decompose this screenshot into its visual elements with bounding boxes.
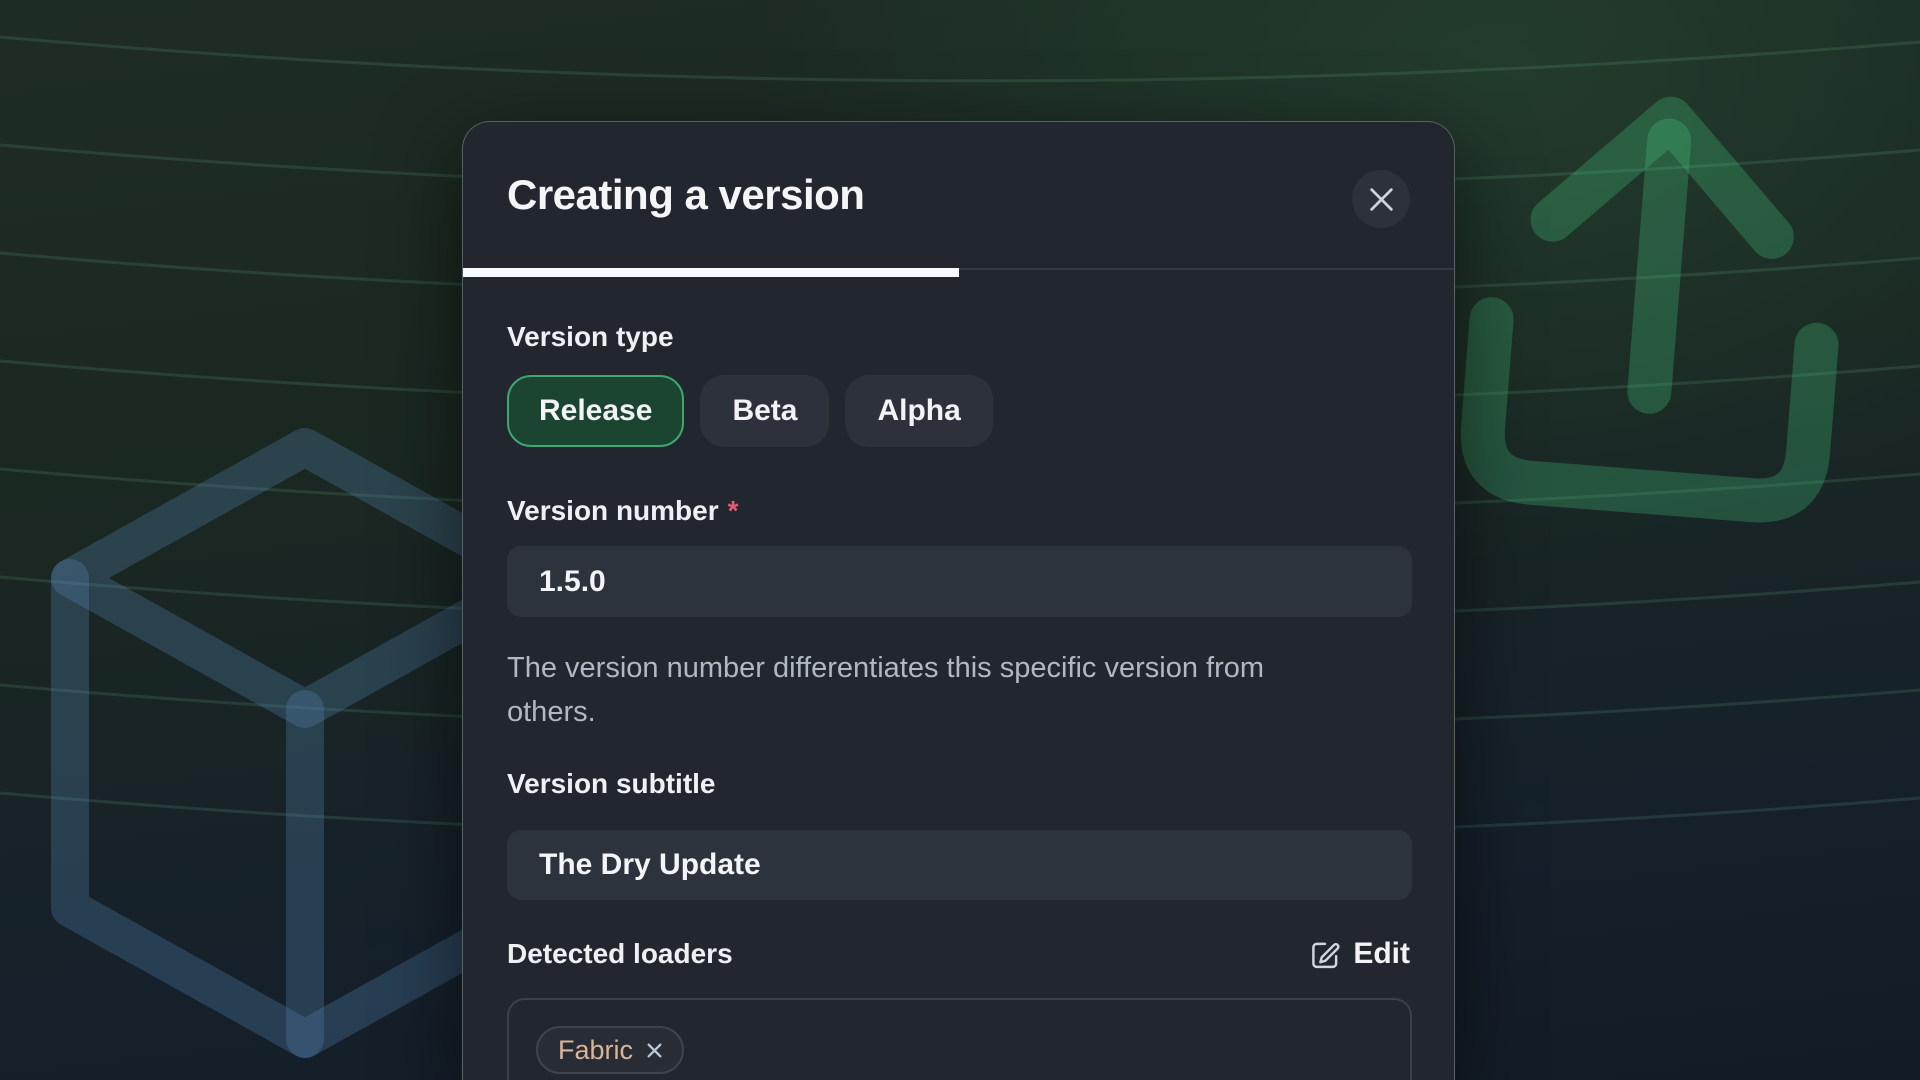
x-icon bbox=[646, 1042, 663, 1059]
close-button[interactable] bbox=[1352, 170, 1410, 228]
version-type-label: Version type bbox=[507, 321, 674, 353]
close-icon bbox=[1368, 186, 1395, 213]
detected-loaders-label: Detected loaders bbox=[507, 938, 733, 970]
version-number-help: The version number differentiates this s… bbox=[507, 646, 1352, 734]
alpha-button[interactable]: Alpha bbox=[845, 375, 992, 447]
version-subtitle-input[interactable] bbox=[507, 830, 1412, 900]
detected-loaders-header: Detected loaders Edit bbox=[507, 937, 1410, 971]
release-button[interactable]: Release bbox=[507, 375, 684, 447]
detected-loaders-box: Fabric bbox=[507, 998, 1412, 1080]
progress-fill bbox=[463, 268, 959, 277]
version-subtitle-label: Version subtitle bbox=[507, 768, 716, 800]
loader-chip-fabric: Fabric bbox=[536, 1026, 684, 1074]
beta-button[interactable]: Beta bbox=[700, 375, 829, 447]
pencil-square-icon bbox=[1309, 939, 1340, 970]
page-background: { "background": { "decor_icons": ["conto… bbox=[0, 0, 1920, 1080]
version-type-options: Release Beta Alpha bbox=[507, 375, 993, 447]
version-number-input[interactable] bbox=[507, 546, 1412, 617]
remove-loader-button[interactable] bbox=[644, 1040, 665, 1061]
version-number-label-text: Version number bbox=[507, 495, 719, 526]
loader-chip-label: Fabric bbox=[558, 1035, 633, 1066]
edit-button[interactable]: Edit bbox=[1309, 937, 1410, 971]
upload-arrow-icon bbox=[1479, 106, 1833, 504]
version-number-label: Version number * bbox=[507, 495, 739, 527]
create-version-dialog: Creating a version Version type Release … bbox=[462, 121, 1455, 1080]
dialog-title: Creating a version bbox=[507, 171, 864, 219]
edit-button-label: Edit bbox=[1353, 937, 1410, 971]
required-asterisk: * bbox=[728, 495, 739, 526]
